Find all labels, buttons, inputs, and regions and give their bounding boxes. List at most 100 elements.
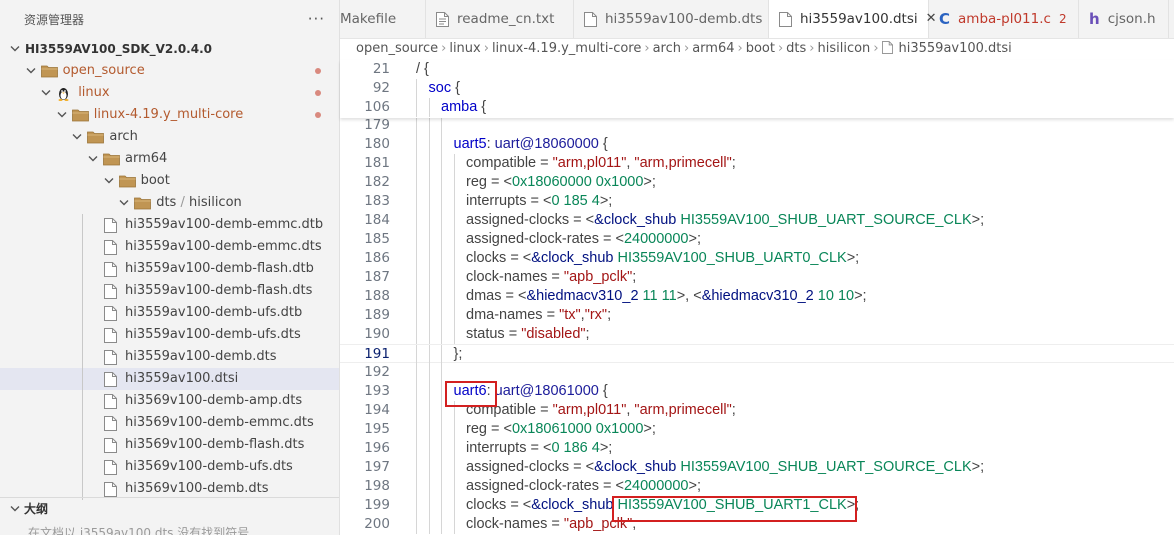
code-line[interactable]: 196 interrupts = <0 186 4>; [340,439,1174,458]
code-line[interactable]: 185 assigned-clock-rates = <24000000>; [340,230,1174,249]
code-editor[interactable]: 179 180 uart5: uart@18060000 {181 compatibl… [340,116,1174,535]
tree-file-item[interactable]: hi3569v100-demb-ufs.dts [0,456,339,478]
code-line[interactable]: 21 / { [340,60,1174,79]
code-line[interactable]: 194 compatible = "arm,pl011", "arm,primec… [340,401,1174,420]
indent-guide [428,98,430,117]
tab-label: readme_cn.txt [457,11,555,27]
code-line[interactable]: 198 assigned-clock-rates = <24000000>; [340,477,1174,496]
code-line[interactable]: 197 assigned-clocks = <&clock_shub HI3559… [340,458,1174,477]
chevron-down-icon[interactable] [10,38,22,60]
tree-folder-item[interactable]: linux [0,82,339,104]
breadcrumb-separator-icon: › [644,41,650,56]
tree-item-label: arm64 [125,151,168,166]
code-line[interactable]: 181 compatible = "arm,pl011", "arm,primec… [340,154,1174,173]
tree-file-item[interactable]: hi3559av100-demb-ufs.dts [0,324,339,346]
indent-guide [453,154,455,173]
tree-file-item[interactable]: hi3569v100-demb-flash.dts [0,434,339,456]
tree-file-item[interactable]: hi3569v100-demb-amp.dts [0,390,339,412]
tree-folder-item[interactable]: linux-4.19.y_multi-core [0,104,339,126]
chevron-down-icon[interactable] [104,170,116,192]
breadcrumb-item[interactable]: linux-4.19.y_multi-core [492,41,641,56]
code-line[interactable]: 187 clock-names = "apb_pclk"; [340,268,1174,287]
indent-guide [428,477,430,496]
tree-file-item[interactable]: hi3559av100-demb-flash.dts [0,280,339,302]
tree-file-item[interactable]: hi3559av100.dtsi [0,368,339,390]
breadcrumb-item[interactable]: arm64 [692,41,734,56]
chevron-down-icon[interactable] [26,60,38,82]
code-token: dmas = < [466,288,527,304]
outline-section-header[interactable]: 大纲 [0,497,339,520]
tree-file-item[interactable]: hi3559av100-demb.dts [0,346,339,368]
tree-folder-item[interactable]: arch [0,126,339,148]
tree-folder-item[interactable]: arm64 [0,148,339,170]
chevron-down-icon[interactable] [119,192,131,214]
indent-guide [416,382,417,401]
code-line[interactable]: 106 amba { [340,98,1174,117]
breadcrumb-item[interactable]: boot [746,41,775,56]
indent-guide [82,390,83,412]
chevron-down-icon[interactable] [41,82,53,104]
code-line[interactable]: 191}; [340,344,1174,364]
code-line[interactable]: 195 reg = <0x18061000 0x1000>; [340,420,1174,439]
line-number: 197 [364,459,390,475]
breadcrumb-item[interactable]: dts [786,41,806,56]
code-line[interactable]: 179 [340,116,1174,135]
code-line[interactable]: 189 dma-names = "tx","rx"; [340,306,1174,325]
code-token: assigned-clocks = < [466,459,595,475]
tree-root-item[interactable]: HI3559AV100_SDK_V2.0.4.0 [0,38,339,60]
code-token: uart6 [453,383,487,399]
chevron-down-icon[interactable] [88,148,100,170]
problem-count-badge: 2 [1058,12,1067,26]
code-token: >; [854,288,867,304]
code-token: 0 186 4 [551,440,600,456]
breadcrumb-item[interactable]: arch [653,41,681,56]
tree-folder-item[interactable]: boot [0,170,339,192]
line-number: 190 [364,326,390,342]
breadcrumb-item[interactable]: linux [449,41,480,56]
chevron-down-icon[interactable] [72,126,84,148]
code-line[interactable]: 92 soc { [340,79,1174,98]
tree-file-item[interactable]: hi3559av100-demb-emmc.dts [0,236,339,258]
tab-hi3559av100-demb-dts[interactable]: hi3559av100-demb.dts [574,0,769,38]
tree-file-item[interactable]: hi3559av100-demb-ufs.dtb [0,302,339,324]
tree-file-item[interactable]: hi3559av100-demb-emmc.dtb [0,214,339,236]
code-text: clocks = <&clock_shub HI3559AV100_SHUB_U… [466,496,859,515]
tree-folder-item[interactable]: open_source [0,60,339,82]
tree-item-label: hi3559av100-demb-ufs.dtb [125,305,303,320]
code-line[interactable]: 190 status = "disabled"; [340,325,1174,344]
code-line[interactable]: 186 clocks = <&clock_shub HI3559AV100_SHU… [340,249,1174,268]
indent-guide [416,268,417,287]
breadcrumb-item[interactable]: hisilicon [818,41,871,56]
code-token: &hiedmacv310_2 [526,288,639,304]
indent-guide [428,211,430,230]
tab-readme-cn-txt[interactable]: readme_cn.txt [426,0,574,38]
code-line[interactable]: 182 reg = <0x18060000 0x1000>; [340,173,1174,192]
tab-amba-pl011-c[interactable]: Camba-pl011.c 2 [929,0,1079,38]
code-token: >; [688,231,701,247]
code-line[interactable]: 193 uart6: uart@18061000 { [340,382,1174,401]
tree-item-label: hi3559av100-demb.dts [125,349,277,364]
tab-cjson-h[interactable]: h cjson.h [1079,0,1169,38]
breadcrumb-item[interactable]: hi3559av100.dtsi [899,41,1012,56]
code-line[interactable]: 199 clocks = <&clock_shub HI3559AV100_SHU… [340,496,1174,515]
code-line[interactable]: 192 [340,363,1174,382]
indent-guide [428,325,430,344]
tab-makefile[interactable]: Makefile [340,0,426,38]
code-line[interactable]: 200 clock-names = "apb_pclk"; [340,515,1174,534]
tree-folder-item[interactable]: dts / hisilicon [0,192,339,214]
more-actions-icon[interactable]: ··· [308,10,325,28]
code-line[interactable]: 180 uart5: uart@18060000 { [340,135,1174,154]
breadcrumb-separator-icon: › [441,41,447,56]
line-number: 195 [364,421,390,437]
code-line[interactable]: 188 dmas = <&hiedmacv310_2 11 11>, <&hied… [340,287,1174,306]
indent-guide [82,280,83,302]
code-line[interactable]: 183 interrupts = <0 185 4>; [340,192,1174,211]
tree-file-item[interactable]: hi3559av100-demb-flash.dtb [0,258,339,280]
code-line[interactable]: 184 assigned-clocks = <&clock_shub HI3559… [340,211,1174,230]
tree-file-item[interactable]: hi3569v100-demb-emmc.dts [0,412,339,434]
breadcrumb-item[interactable]: open_source [356,41,438,56]
tab-hi3559av100-dtsi[interactable]: hi3559av100.dtsi ✕ [769,0,937,38]
chevron-down-icon[interactable] [57,104,69,126]
code-text: dmas = <&hiedmacv310_2 11 11>, <&hiedmac… [466,287,867,306]
code-token: : [486,383,495,399]
